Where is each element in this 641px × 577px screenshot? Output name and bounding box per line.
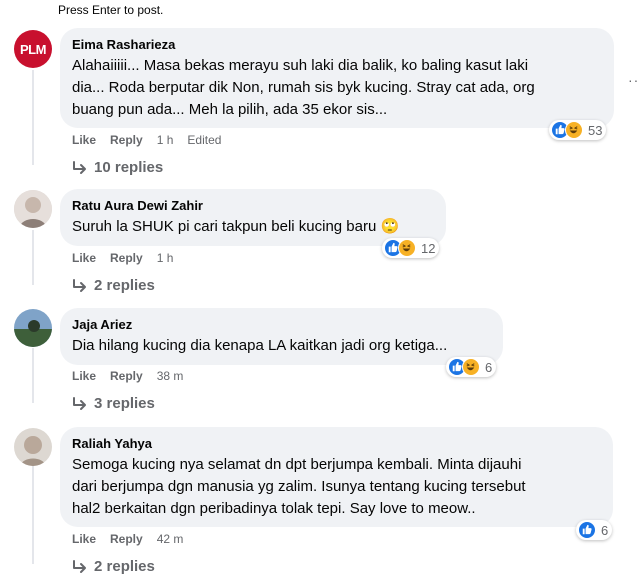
reaction-count: 12 (421, 240, 436, 256)
avatar-photo (14, 428, 52, 466)
like-reaction-icon (578, 521, 596, 539)
avatar-logo-text: PLM (20, 41, 46, 57)
like-button[interactable]: Like (72, 532, 96, 546)
reaction-summary[interactable]: 53 (549, 120, 607, 140)
comment-text: Semoga kucing nya selamat dn dpt berjump… (72, 456, 526, 517)
comment-bubble: Jaja Ariez Dia hilang kucing dia kenapa … (60, 308, 503, 365)
thread-line (32, 348, 34, 403)
avatar[interactable] (14, 428, 52, 466)
reply-button[interactable]: Reply (110, 532, 143, 546)
reply-button[interactable]: Reply (110, 251, 143, 265)
comment-text: Alahaiiiii... Masa bekas merayu suh laki… (72, 57, 535, 118)
comment-author[interactable]: Ratu Aura Dewi Zahir (72, 197, 434, 214)
view-replies-button[interactable]: 10 replies (72, 159, 163, 176)
thread-line (32, 466, 34, 564)
replies-count: 2 replies (94, 277, 155, 294)
reply-arrow-icon (73, 278, 86, 292)
thread-line (32, 230, 34, 285)
comment-actions: Like Reply 42 m (72, 532, 183, 546)
comment-time[interactable]: 1 h (157, 251, 174, 265)
comment-text: Dia hilang kucing dia kenapa LA kaitkan … (72, 337, 448, 354)
comment-time[interactable]: 42 m (157, 532, 184, 546)
edited-label: Edited (187, 133, 222, 147)
comment-author[interactable]: Raliah Yahya (72, 435, 601, 452)
reaction-summary[interactable]: 12 (382, 238, 440, 258)
view-replies-button[interactable]: 2 replies (72, 558, 155, 575)
avatar[interactable]: PLM (14, 30, 52, 68)
like-button[interactable]: Like (72, 369, 96, 383)
reaction-count: 6 (485, 359, 493, 375)
comment-author[interactable]: Jaja Ariez (72, 316, 491, 333)
reply-arrow-icon (73, 160, 86, 174)
haha-reaction-icon (565, 121, 583, 139)
replies-count: 2 replies (94, 558, 155, 575)
reply-button[interactable]: Reply (110, 133, 143, 147)
like-button[interactable]: Like (72, 133, 96, 147)
comment-bubble: Eima Rasharieza Alahaiiiii... Masa bekas… (60, 28, 614, 128)
comment-actions: Like Reply 1 h (72, 251, 173, 265)
reaction-count: 53 (588, 122, 603, 138)
press-enter-hint: Press Enter to post. (58, 3, 164, 17)
reaction-count: 6 (601, 522, 609, 538)
reply-arrow-icon (73, 396, 86, 410)
comment-time[interactable]: 1 h (157, 133, 174, 147)
avatar[interactable] (14, 190, 52, 228)
comment-text: Suruh la SHUK pi cari takpun beli kucing… (72, 218, 400, 235)
comment-actions: Like Reply 38 m (72, 369, 183, 383)
comment-actions: Like Reply 1 h Edited (72, 133, 221, 147)
haha-reaction-icon (462, 358, 480, 376)
avatar-photo (14, 309, 52, 347)
replies-count: 10 replies (94, 159, 164, 176)
avatar-photo (14, 190, 52, 228)
avatar[interactable] (14, 309, 52, 347)
reaction-summary[interactable]: 6 (446, 357, 497, 377)
comment-options-icon[interactable]: ··· (628, 72, 641, 88)
reaction-summary[interactable]: 6 (576, 520, 613, 540)
like-button[interactable]: Like (72, 251, 96, 265)
thread-line (32, 70, 34, 165)
haha-reaction-icon (398, 239, 416, 257)
comment-time[interactable]: 38 m (157, 369, 184, 383)
view-replies-button[interactable]: 2 replies (72, 277, 155, 294)
reply-arrow-icon (73, 559, 86, 573)
replies-count: 3 replies (94, 395, 155, 412)
comment-bubble: Raliah Yahya Semoga kucing nya selamat d… (60, 427, 613, 527)
view-replies-button[interactable]: 3 replies (72, 395, 155, 412)
reply-button[interactable]: Reply (110, 369, 143, 383)
comment-author[interactable]: Eima Rasharieza (72, 36, 602, 53)
